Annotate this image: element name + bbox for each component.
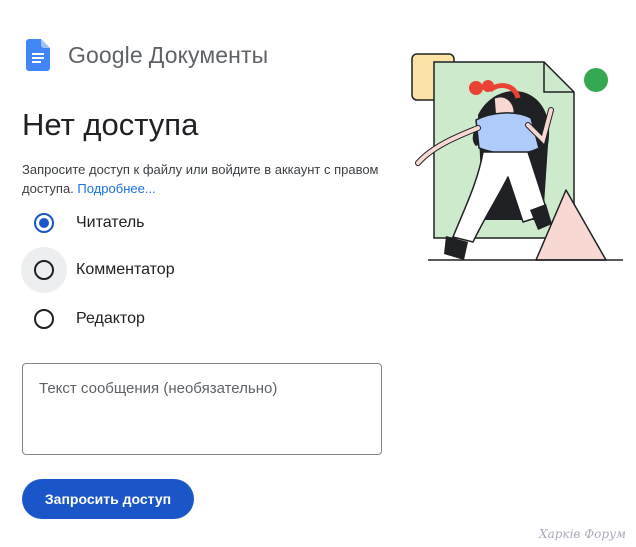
role-option-editor[interactable]: Редактор — [22, 299, 145, 339]
person-entering-door-illustration — [411, 53, 623, 261]
watermark: Харків Форум — [539, 527, 626, 541]
role-option-commenter[interactable]: Комментатор — [21, 247, 175, 293]
role-label: Читатель — [76, 214, 145, 231]
description-text: Запросите доступ к файлу или войдите в а… — [22, 162, 379, 196]
role-label: Комментатор — [76, 261, 175, 278]
role-option-reader[interactable]: Читатель — [22, 203, 144, 243]
brand-header: Google Документы — [26, 38, 268, 72]
product-name: Документы — [148, 41, 269, 68]
radio-hit-area[interactable] — [21, 247, 67, 293]
brand-name: Google Документы — [68, 42, 268, 69]
google-wordmark: Google — [68, 41, 143, 68]
radio-hit-area[interactable] — [21, 200, 67, 246]
page-title: Нет доступа — [22, 107, 199, 142]
role-label: Редактор — [76, 310, 145, 327]
learn-more-link[interactable]: Подробнее... — [77, 181, 155, 196]
message-textarea[interactable] — [22, 363, 382, 455]
description: Запросите доступ к файлу или войдите в а… — [22, 160, 382, 198]
radio-button[interactable] — [34, 309, 54, 329]
google-docs-icon — [26, 39, 50, 71]
request-access-button[interactable]: Запросить доступ — [22, 479, 194, 519]
radio-button[interactable] — [34, 260, 54, 280]
radio-button-checked[interactable] — [34, 213, 54, 233]
radio-hit-area[interactable] — [21, 296, 67, 342]
